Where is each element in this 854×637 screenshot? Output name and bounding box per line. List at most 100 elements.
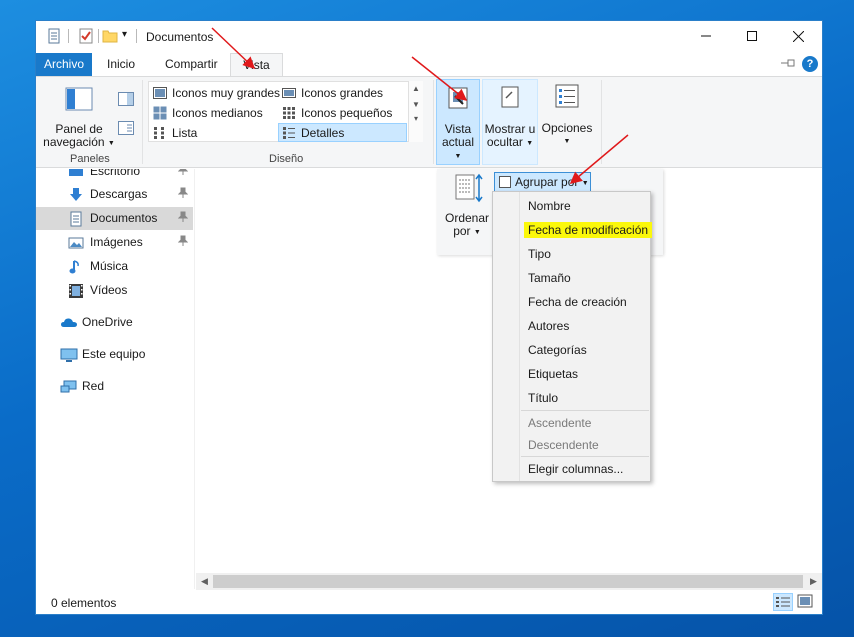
nav-item-red[interactable]: Red (36, 375, 193, 398)
navigation-pane-icon (65, 87, 93, 111)
horizontal-scrollbar[interactable]: ◀ ▶ (196, 573, 822, 590)
details-icon (283, 127, 295, 139)
nav-pane-divider[interactable] (194, 169, 195, 589)
minimize-button[interactable] (683, 21, 729, 51)
layout-small-icons[interactable]: Iconos pequeños (279, 104, 392, 123)
nav-item-label: Documentos (90, 211, 158, 225)
explorer-window: ▾ Documentos Archivo Inicio Compartir Vi… (36, 21, 822, 614)
window-title: Documentos (146, 30, 214, 44)
layout-gallery-scroll[interactable]: ▲ ▼ ▾ (408, 81, 423, 142)
menu-item-categorias[interactable]: Categorías (528, 342, 587, 358)
layout-medium-icons[interactable]: Iconos medianos (150, 104, 263, 123)
help-icon[interactable]: ? (802, 56, 818, 72)
checkmark-doc-icon[interactable] (78, 28, 94, 44)
download-icon (70, 188, 82, 201)
menu-separator (521, 456, 649, 457)
large-icons-view-button[interactable] (796, 593, 816, 611)
current-view-icon (448, 87, 468, 109)
scroll-right-icon[interactable]: ▶ (806, 575, 821, 588)
layout-label: Iconos medianos (172, 106, 263, 120)
close-button[interactable] (775, 21, 821, 51)
gallery-more-icon[interactable]: ▾ (409, 114, 423, 123)
navigation-pane: Escritorio Descargas Documentos Imágenes… (36, 169, 196, 589)
qat-separator (68, 29, 69, 43)
menu-item-nombre[interactable]: Nombre (528, 198, 571, 214)
sort-by-button[interactable]: Ordenar por ▼ (441, 173, 493, 243)
menu-item-fecha-creacion[interactable]: Fecha de creación (528, 294, 627, 310)
nav-pane-label-2: navegación (43, 135, 105, 149)
tab-inicio[interactable]: Inicio (98, 53, 144, 76)
options-button[interactable]: Opciones ▼ (541, 79, 593, 165)
show-hide-button[interactable]: Mostrar u ocultar ▼ (482, 79, 538, 165)
close-icon (792, 30, 804, 42)
layout-label: Lista (172, 126, 198, 140)
scroll-thumb[interactable] (213, 575, 803, 588)
preview-pane-icon[interactable] (118, 92, 134, 106)
tab-vista[interactable]: Vista (230, 53, 283, 77)
layout-list[interactable]: Lista (150, 124, 197, 143)
scroll-left-icon[interactable]: ◀ (197, 575, 212, 588)
navigation-pane-button[interactable]: Panel de navegación ▼ (42, 81, 116, 149)
pin-icon[interactable] (178, 235, 188, 247)
group-by-menu: Nombre Fecha de modificación Tipo Tamaño… (492, 191, 653, 482)
nav-item-musica[interactable]: Música (36, 255, 193, 278)
pictures-icon (68, 237, 84, 249)
details-view-button[interactable] (773, 593, 793, 611)
music-icon (69, 260, 79, 274)
pin-icon[interactable] (178, 211, 188, 223)
layout-details[interactable]: Detalles (278, 123, 407, 142)
layout-label: Iconos pequeños (301, 106, 393, 120)
nav-item-documentos[interactable]: Documentos (36, 207, 193, 230)
group-separator (601, 80, 602, 164)
panes-group-label: Paneles (70, 153, 110, 165)
layout-label: Iconos muy grandes (172, 86, 281, 100)
pin-icon[interactable] (178, 187, 188, 199)
pin-icon[interactable] (178, 169, 188, 176)
nav-item-imagenes[interactable]: Imágenes (36, 231, 193, 254)
menu-item-etiquetas[interactable]: Etiquetas (528, 366, 578, 382)
medium-icons-icon (153, 106, 167, 120)
nav-item-descargas[interactable]: Descargas (36, 183, 193, 206)
options-icon (555, 84, 579, 108)
layout-label: Detalles (301, 126, 345, 140)
tab-archivo[interactable]: Archivo (36, 53, 92, 76)
gallery-down-icon[interactable]: ▼ (409, 100, 423, 109)
computer-icon (60, 348, 78, 362)
show-hide-icon (501, 86, 519, 108)
layout-large-icons[interactable]: Iconos grandes (279, 84, 383, 103)
list-icon (154, 127, 164, 139)
menu-separator (521, 410, 649, 411)
nav-item-onedrive[interactable]: OneDrive (36, 311, 193, 334)
menu-item-fecha-modificacion[interactable]: Fecha de modificación (524, 222, 653, 238)
new-folder-icon[interactable] (102, 28, 118, 44)
nav-item-escritorio[interactable]: Escritorio (36, 169, 193, 183)
nav-item-este-equipo[interactable]: Este equipo (36, 343, 193, 366)
large-icons-icon (282, 88, 296, 98)
details-pane-icon[interactable] (118, 121, 134, 135)
maximize-button[interactable] (729, 21, 775, 51)
group-separator (433, 80, 434, 164)
collapse-ribbon-icon[interactable] (780, 56, 796, 70)
tab-compartir[interactable]: Compartir (156, 53, 227, 76)
large-icons-view-icon (797, 594, 813, 608)
menu-item-tipo[interactable]: Tipo (528, 246, 551, 262)
nav-item-videos[interactable]: Vídeos (36, 279, 193, 302)
menu-item-tamano[interactable]: Tamaño (528, 270, 571, 286)
current-view-button[interactable]: Vista actual ▼ (436, 79, 480, 165)
menu-item-autores[interactable]: Autores (528, 318, 569, 334)
desktop-folder-icon (69, 169, 83, 176)
qat-customize-icon[interactable]: ▾ (122, 29, 127, 40)
menu-item-elegir-columnas[interactable]: Elegir columnas... (528, 461, 623, 477)
gallery-up-icon[interactable]: ▲ (409, 84, 423, 93)
small-icons-icon (283, 107, 295, 119)
group-by-button[interactable]: Agrupar por ▼ (494, 172, 591, 192)
nav-item-label: Vídeos (90, 283, 128, 297)
menu-item-titulo[interactable]: Título (528, 390, 558, 406)
documents-icon (70, 211, 82, 227)
options-label: Opciones (541, 121, 593, 135)
item-count: 0 elementos (51, 596, 117, 610)
properties-icon[interactable] (46, 28, 62, 44)
layout-extra-large-icons[interactable]: Iconos muy grandes (150, 84, 280, 103)
videos-icon (69, 284, 83, 298)
show-hide-label-2: ocultar (486, 135, 523, 149)
